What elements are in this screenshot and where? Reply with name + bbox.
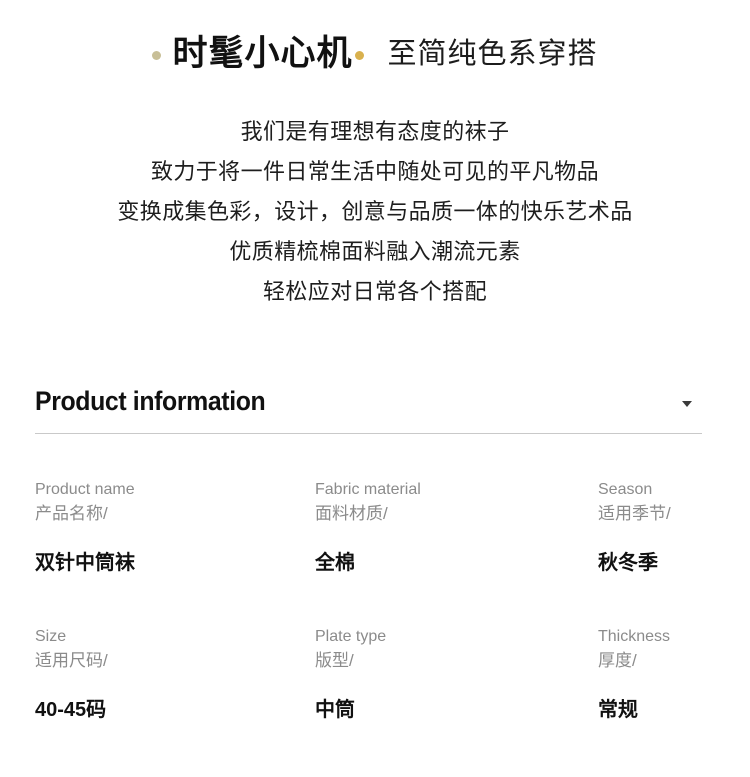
description-line: 轻松应对日常各个搭配	[262, 279, 487, 304]
hero-heading: 时髦小心机 至简纯色系穿搭	[0, 32, 750, 76]
spec-item-thickness: Thickness 厚度/ 常规	[598, 625, 703, 724]
spec-label-en: Size	[35, 628, 67, 645]
spec-label-en: Plate type	[315, 628, 387, 645]
spec-value: 全棉	[315, 552, 355, 574]
product-information-section: Product information Product name 产品名称/ 双…	[35, 378, 703, 724]
spec-item-fabric-material: Fabric material 面料材质/ 全棉	[315, 478, 598, 577]
chevron-down-icon[interactable]	[682, 401, 692, 407]
spec-label-en: Fabric material	[315, 481, 421, 498]
description-line: 我们是有理想有态度的袜子	[240, 119, 510, 144]
spec-label-cn: 面料材质/	[315, 504, 388, 523]
spec-label-en: Thickness	[598, 628, 671, 645]
spec-item-plate-type: Plate type 版型/ 中筒	[315, 625, 598, 724]
spec-value: 40-45码	[35, 699, 107, 721]
spec-label-cn: 产品名称/	[35, 504, 108, 523]
spec-label-en: Product name	[35, 481, 135, 498]
brand-description: 我们是有理想有态度的袜子 致力于将一件日常生活中随处可见的平凡物品 变换成集色彩…	[0, 112, 750, 312]
spec-item-season: Season 适用季节/ 秋冬季	[598, 478, 703, 577]
spec-item-product-name: Product name 产品名称/ 双针中筒袜	[35, 478, 315, 577]
spec-grid: Product name 产品名称/ 双针中筒袜 Fabric material…	[35, 478, 703, 724]
section-divider	[35, 433, 702, 434]
product-information-header[interactable]: Product information	[35, 378, 703, 424]
spec-value: 双针中筒袜	[35, 552, 135, 574]
spec-label-cn: 版型/	[315, 651, 354, 670]
description-line: 变换成集色彩，设计，创意与品质一体的快乐艺术品	[117, 199, 633, 224]
spec-label-cn: 适用季节/	[598, 504, 671, 523]
description-line: 致力于将一件日常生活中随处可见的平凡物品	[150, 159, 599, 184]
spec-value: 秋冬季	[598, 552, 658, 574]
hero-title: 时髦小心机	[172, 34, 353, 73]
spec-label-cn: 厚度/	[598, 651, 637, 670]
bullet-dot-icon-left	[152, 51, 162, 61]
spec-item-size: Size 适用尺码/ 40-45码	[35, 625, 315, 724]
spec-value: 中筒	[315, 699, 355, 721]
spec-label-cn: 适用尺码/	[35, 651, 108, 670]
description-line: 优质精梳棉面料融入潮流元素	[229, 239, 521, 264]
section-title: Product information	[35, 385, 266, 416]
hero-subtitle: 至简纯色系穿搭	[387, 37, 598, 70]
spec-value: 常规	[598, 699, 638, 721]
spec-label-en: Season	[598, 481, 653, 498]
bullet-dot-icon-right	[354, 51, 364, 61]
